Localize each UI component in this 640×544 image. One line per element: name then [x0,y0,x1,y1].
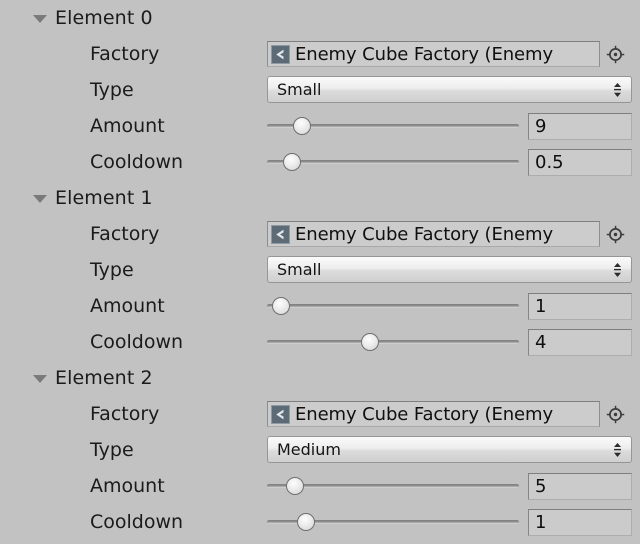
type-value: Medium [277,440,341,459]
cooldown-slider[interactable] [267,144,519,180]
cooldown-slider-track[interactable] [267,340,519,344]
factory-label: Factory [90,403,160,425]
cooldown-label: Cooldown [90,151,184,173]
amount-row: Amount 9 [0,108,640,144]
cooldown-slider-handle[interactable] [361,333,379,351]
amount-slider[interactable] [267,108,519,144]
type-label: Type [90,259,134,281]
factory-label: Factory [90,223,160,245]
amount-slider[interactable] [267,468,519,504]
amount-value: 9 [535,116,547,137]
target-icon[interactable] [606,45,625,64]
foldout-2[interactable]: Element 2 [0,360,640,396]
amount-slider-handle[interactable] [293,117,311,135]
unity-prefab-icon [271,224,290,244]
cooldown-row: Cooldown 1 [0,504,640,540]
type-dropdown[interactable]: Small [267,76,632,103]
amount-row: Amount 5 [0,468,640,504]
cooldown-number-field[interactable]: 0.5 [528,149,632,176]
cooldown-slider[interactable] [267,504,519,540]
element-header-label: Element 1 [55,187,153,209]
element-header-row[interactable]: Element 1 [0,180,640,216]
element-header-row[interactable]: Element 0 [0,0,640,36]
amount-value: 5 [535,476,547,497]
amount-label: Amount [90,295,165,317]
cooldown-row: Cooldown 4 [0,324,640,360]
factory-row: Factory Enemy Cube Factory (Enemy [0,396,640,432]
updown-arrows-icon [613,82,622,97]
unity-prefab-icon [271,404,290,424]
updown-arrows-icon [613,262,622,277]
target-icon[interactable] [606,225,625,244]
amount-number-field[interactable]: 5 [528,473,632,500]
inspector-panel: Element 0 Factory Enemy Cube Factory (Enem… [0,0,640,544]
cooldown-value: 0.5 [535,152,564,173]
amount-slider[interactable] [267,288,519,324]
type-row: Type Small [0,252,640,288]
cooldown-value: 4 [535,332,547,353]
type-dropdown[interactable]: Medium [267,436,632,463]
element-header-label: Element 0 [55,7,153,29]
type-value: Small [277,80,322,99]
amount-row: Amount 1 [0,288,640,324]
factory-object-field[interactable]: Enemy Cube Factory (Enemy [267,41,600,67]
type-value: Small [277,260,322,279]
updown-arrows-icon [613,442,622,457]
triangle-down-icon [33,15,47,23]
amount-slider-track[interactable] [267,304,519,308]
type-dropdown[interactable]: Small [267,256,632,283]
cooldown-label: Cooldown [90,331,184,353]
cooldown-value: 1 [535,512,547,533]
element-header-label: Element 2 [55,367,153,389]
triangle-down-icon [33,195,47,203]
cooldown-slider[interactable] [267,324,519,360]
cooldown-slider-handle[interactable] [283,153,301,171]
factory-object-field[interactable]: Enemy Cube Factory (Enemy [267,401,600,427]
factory-value: Enemy Cube Factory (Enemy [295,43,553,65]
amount-number-field[interactable]: 9 [528,113,632,140]
amount-slider-handle[interactable] [286,477,304,495]
type-row: Type Small [0,72,640,108]
type-row: Type Medium [0,432,640,468]
cooldown-number-field[interactable]: 1 [528,509,632,536]
unity-prefab-icon [271,44,290,64]
cooldown-label: Cooldown [90,511,184,533]
cooldown-number-field[interactable]: 4 [528,329,632,356]
amount-label: Amount [90,115,165,137]
type-label: Type [90,439,134,461]
triangle-down-icon [33,375,47,383]
foldout-1[interactable]: Element 1 [0,180,640,216]
amount-value: 1 [535,296,547,317]
factory-value: Enemy Cube Factory (Enemy [295,223,553,245]
cooldown-slider-handle[interactable] [297,513,315,531]
factory-label: Factory [90,43,160,65]
amount-number-field[interactable]: 1 [528,293,632,320]
factory-row: Factory Enemy Cube Factory (Enemy [0,36,640,72]
factory-value: Enemy Cube Factory (Enemy [295,403,553,425]
amount-slider-handle[interactable] [272,297,290,315]
cooldown-slider-track[interactable] [267,160,519,164]
factory-object-field[interactable]: Enemy Cube Factory (Enemy [267,221,600,247]
cooldown-row: Cooldown 0.5 [0,144,640,180]
element-header-row[interactable]: Element 2 [0,360,640,396]
amount-slider-track[interactable] [267,484,519,488]
factory-row: Factory Enemy Cube Factory (Enemy [0,216,640,252]
amount-label: Amount [90,475,165,497]
foldout-0[interactable]: Element 0 [0,0,640,36]
type-label: Type [90,79,134,101]
target-icon[interactable] [606,405,625,424]
